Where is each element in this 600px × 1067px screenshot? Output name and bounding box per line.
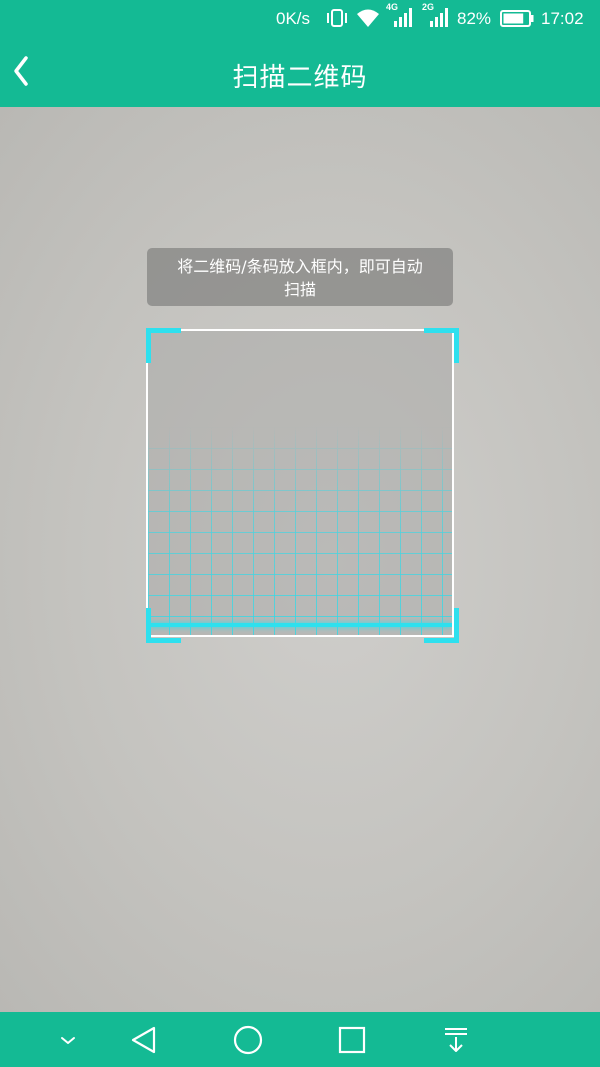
system-navigation-bar — [0, 1012, 600, 1067]
scan-frame — [146, 329, 454, 637]
notification-pulldown-button[interactable] — [436, 1020, 476, 1060]
back-triangle-icon — [131, 1026, 156, 1054]
system-recents-button[interactable] — [332, 1020, 372, 1060]
clock: 17:02 — [541, 9, 584, 28]
scan-corner-top-right — [424, 328, 459, 363]
recents-square-icon — [338, 1026, 366, 1054]
status-bar: 0K/s 4G 2G 82% 17:02 — [0, 0, 600, 38]
battery-percentage: 82% — [457, 9, 492, 28]
scan-hint: 将二维码/条码放入框内，即可自动 扫描 — [147, 248, 453, 306]
scan-corner-bottom-left — [146, 608, 181, 643]
scan-hint-line2: 扫描 — [283, 280, 316, 299]
scan-line — [148, 623, 452, 627]
wifi-icon — [357, 9, 379, 27]
battery-icon — [500, 10, 534, 27]
scan-corner-bottom-right — [424, 608, 459, 643]
scan-corner-top-left — [146, 328, 181, 363]
signal-4g-icon: 4G — [386, 2, 414, 29]
signal-2g-icon: 2G — [422, 2, 450, 29]
vibrate-icon — [327, 9, 347, 27]
home-circle-icon — [233, 1025, 263, 1055]
notification-pulldown-icon — [445, 1028, 467, 1052]
page-title: 扫描二维码 — [232, 63, 368, 93]
network-speed: 0K/s — [276, 9, 311, 28]
hide-nav-button[interactable] — [48, 1020, 88, 1060]
scan-hint-line1: 将二维码/条码放入框内，即可自动 — [177, 257, 423, 276]
scan-grid-animation — [148, 427, 452, 635]
nav-header: 扫描二维码 — [0, 38, 600, 107]
chevron-down-icon — [61, 1037, 75, 1044]
top-bar: 0K/s 4G 2G 82% 17:02 扫描二维码 — [0, 0, 600, 107]
system-back-button[interactable] — [124, 1020, 164, 1060]
system-home-button[interactable] — [228, 1020, 268, 1060]
